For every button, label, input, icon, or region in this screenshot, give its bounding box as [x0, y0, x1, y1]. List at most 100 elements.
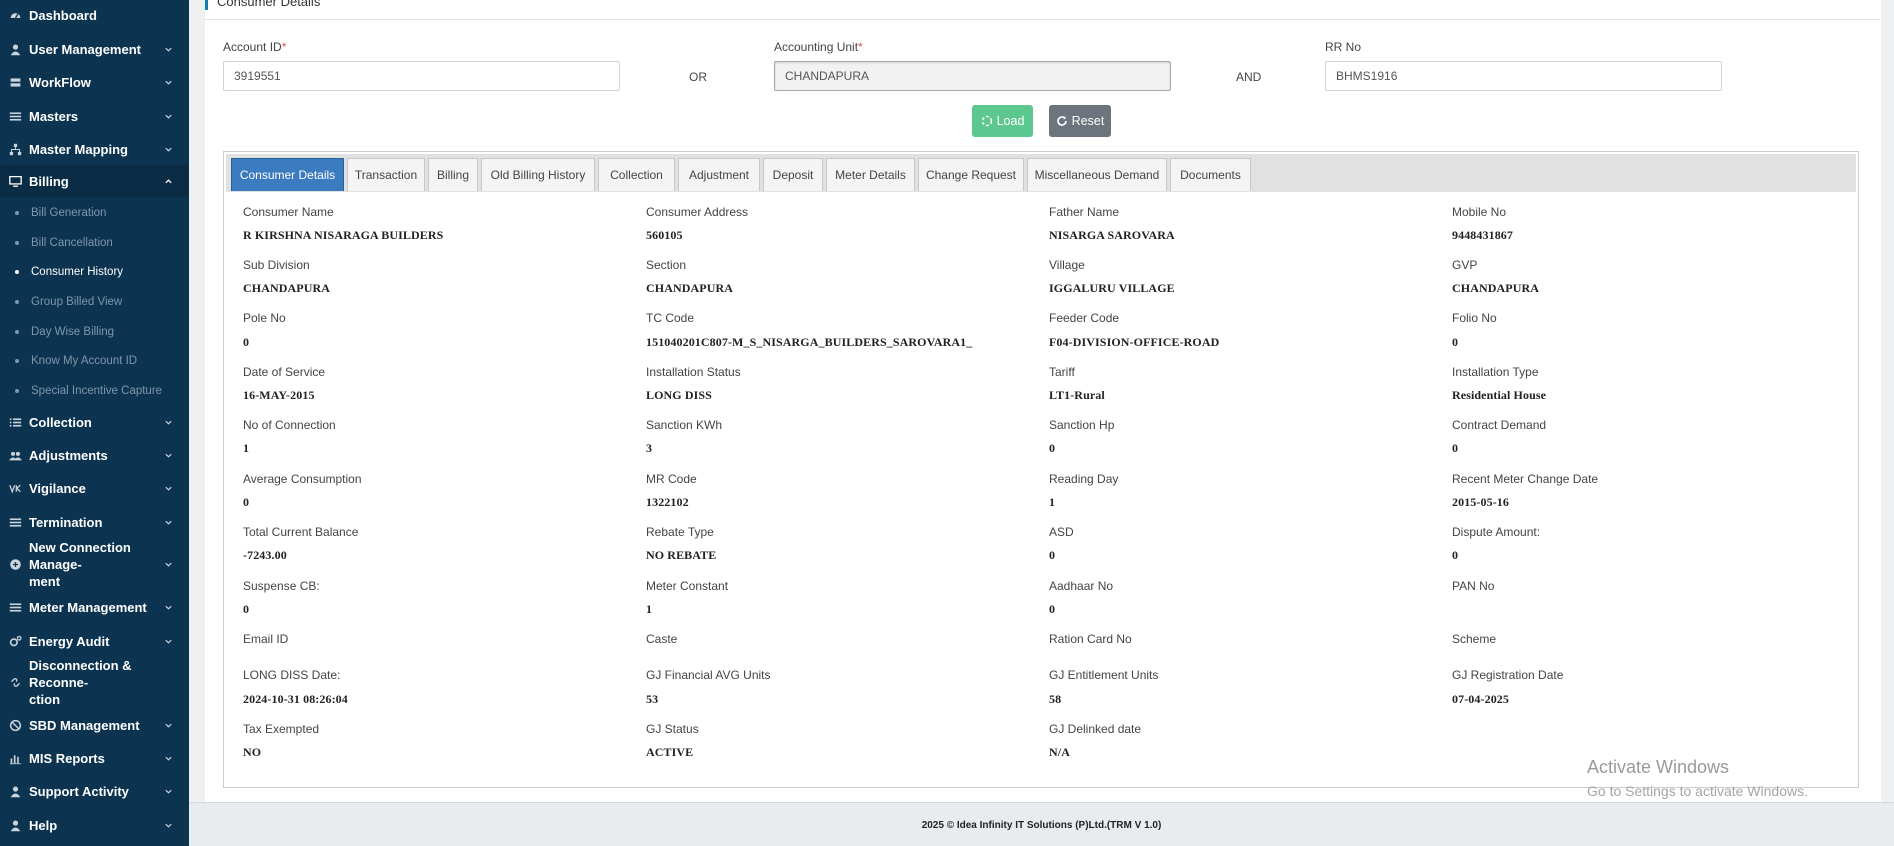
sidebar: Dashboard User Management WorkFlow Maste…	[0, 0, 189, 846]
chevron-down-icon	[163, 636, 173, 646]
chevron-down-icon	[163, 144, 173, 154]
sidebar-subitem-bill-cancellation[interactable]: Bill Cancellation	[0, 235, 189, 251]
card-header: Consumer Details	[205, 0, 1881, 20]
detail-label: Pole No	[243, 311, 286, 325]
required-mark: *	[281, 40, 287, 54]
tab-collection[interactable]: Collection	[598, 158, 675, 191]
page-title: Consumer Details	[217, 0, 321, 9]
rr-no-input[interactable]: BHMS1916	[1325, 61, 1722, 91]
list-icon	[7, 414, 23, 430]
detail-label: Tax Exempted	[243, 722, 320, 736]
sidebar-item-help[interactable]: Help	[0, 815, 189, 835]
chevron-down-icon	[163, 77, 173, 87]
detail-value: CHANDAPURA	[1452, 281, 1539, 295]
detail-value: LT1-Rural	[1049, 388, 1105, 402]
user-icon	[7, 41, 23, 57]
dashboard-icon	[7, 7, 23, 23]
detail-label: LONG DISS Date:	[243, 668, 341, 682]
windows-activation-watermark-subtitle: Go to Settings to activate Windows.	[1587, 783, 1808, 799]
bullet-icon	[15, 241, 19, 245]
or-text: OR	[689, 70, 707, 84]
sidebar-item-collection[interactable]: Collection	[0, 412, 189, 432]
detail-label: Village	[1049, 258, 1085, 272]
tab-consumer-details[interactable]: Consumer Details	[231, 158, 344, 191]
sidebar-item-vigilance[interactable]: Vigilance	[0, 478, 189, 498]
detail-value: -7243.00	[243, 548, 287, 562]
detail-label: MR Code	[646, 472, 697, 486]
sidebar-item-disconnection-reconnection[interactable]: Disconnection & Reconne-ction	[0, 658, 189, 707]
tab-old-billing-history[interactable]: Old Billing History	[481, 158, 595, 191]
sidebar-subitem-day-wise-billing[interactable]: Day Wise Billing	[0, 324, 189, 340]
tab-deposit[interactable]: Deposit	[763, 158, 823, 191]
detail-label: GJ Delinked date	[1049, 722, 1142, 736]
sidebar-item-termination[interactable]: Termination	[0, 512, 189, 532]
and-text: AND	[1236, 70, 1262, 84]
sidebar-item-mis-reports[interactable]: MIS Reports	[0, 748, 189, 768]
sidebar-item-user-management[interactable]: User Management	[0, 39, 189, 59]
chevron-down-icon	[163, 417, 173, 427]
detail-value: CHANDAPURA	[243, 281, 330, 295]
detail-label: GJ Status	[646, 722, 699, 736]
detail-value: ACTIVE	[646, 745, 694, 759]
detail-label: Father Name	[1049, 205, 1120, 219]
detail-value: NO REBATE	[646, 548, 717, 562]
sidebar-subitem-consumer-history[interactable]: Consumer History	[0, 264, 189, 280]
footer: 2025 © Idea Infinity IT Solutions (P)Ltd…	[189, 802, 1894, 846]
sidebar-item-sbd-management[interactable]: SBD Management	[0, 715, 189, 735]
detail-label: No of Connection	[243, 418, 336, 432]
tab-transaction[interactable]: Transaction	[347, 158, 425, 191]
detail-label: Installation Status	[646, 365, 741, 379]
detail-value: 0	[243, 335, 250, 349]
plus-circle-icon	[7, 556, 23, 572]
list-icon	[7, 514, 23, 530]
load-button[interactable]: Load	[972, 105, 1033, 137]
chevron-down-icon	[163, 559, 173, 569]
sidebar-item-dashboard[interactable]: Dashboard	[0, 5, 189, 25]
sidebar-item-master-mapping[interactable]: Master Mapping	[0, 139, 189, 159]
sidebar-item-billing[interactable]: Billing	[0, 165, 189, 197]
detail-label: Recent Meter Change Date	[1452, 472, 1599, 486]
list-icon	[7, 108, 23, 124]
detail-value: 1322102	[646, 495, 689, 509]
tab-change-request[interactable]: Change Request	[918, 158, 1024, 191]
tab-documents[interactable]: Documents	[1170, 158, 1251, 191]
tab-meter-details[interactable]: Meter Details	[826, 158, 915, 191]
detail-label: Total Current Balance	[243, 525, 359, 539]
sitemap-icon	[7, 141, 23, 157]
sidebar-item-support-activity[interactable]: Support Activity	[0, 781, 189, 801]
sidebar-subitem-bill-generation[interactable]: Bill Generation	[0, 205, 189, 221]
detail-label: Installation Type	[1452, 365, 1539, 379]
detail-value: 0	[243, 495, 250, 509]
detail-label: Rebate Type	[646, 525, 714, 539]
cogs-icon	[7, 633, 23, 649]
detail-value: NO	[243, 745, 262, 759]
detail-label: Tariff	[1049, 365, 1075, 379]
sidebar-subitem-know-my-account-id[interactable]: Know My Account ID	[0, 353, 189, 369]
reset-button[interactable]: Reset	[1049, 105, 1111, 137]
accounting-unit-input[interactable]: CHANDAPURA	[774, 61, 1171, 91]
detail-label: Section	[646, 258, 687, 272]
detail-label: Meter Constant	[646, 579, 729, 593]
chevron-down-icon	[163, 602, 173, 612]
bullet-icon	[15, 270, 19, 274]
detail-label: Ration Card No	[1049, 632, 1132, 646]
sidebar-item-energy-audit[interactable]: Energy Audit	[0, 631, 189, 651]
sidebar-item-masters[interactable]: Masters	[0, 106, 189, 126]
users-icon	[7, 447, 23, 463]
account-id-input[interactable]: 3919551	[223, 61, 620, 91]
sidebar-item-workflow[interactable]: WorkFlow	[0, 72, 189, 92]
detail-label: Aadhaar No	[1049, 579, 1114, 593]
sidebar-item-adjustments[interactable]: Adjustments	[0, 445, 189, 465]
tab-adjustment[interactable]: Adjustment	[678, 158, 760, 191]
sidebar-item-meter-management[interactable]: Meter Management	[0, 597, 189, 617]
detail-label: Mobile No	[1452, 205, 1507, 219]
ban-icon	[7, 717, 23, 733]
detail-value: 0	[1452, 548, 1459, 562]
tab-billing[interactable]: Billing	[428, 158, 478, 191]
sidebar-subitem-special-incentive-capture[interactable]: Special Incentive Capture	[0, 383, 189, 399]
sidebar-subitem-group-billed-view[interactable]: Group Billed View	[0, 294, 189, 310]
sidebar-item-new-connection-management[interactable]: New Connection Manage-ment	[0, 540, 189, 589]
tab-miscellaneous-demand[interactable]: Miscellaneous Demand	[1027, 158, 1167, 191]
detail-value: 9448431867	[1452, 228, 1513, 242]
detail-value: 0	[1452, 441, 1459, 455]
